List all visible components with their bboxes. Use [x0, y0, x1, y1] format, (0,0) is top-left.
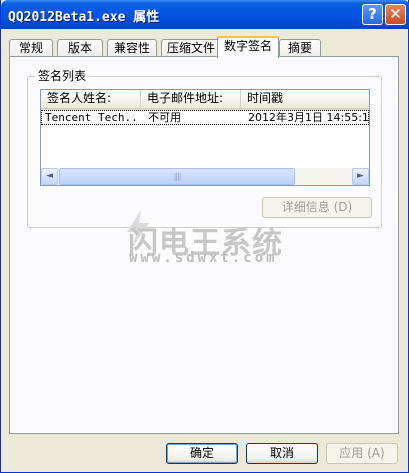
- cell-timestamp: 2012年3月1日 14:55:1: [248, 111, 369, 124]
- cancel-button[interactable]: 取消: [246, 443, 318, 464]
- signature-list[interactable]: 签名人姓名: 电子邮件地址: 时间戳 Tencent Tech... 不可用 2…: [40, 89, 370, 186]
- list-header: 签名人姓名: 电子邮件地址: 时间戳: [41, 90, 369, 110]
- watermark-url: www.sdwxt.com: [129, 250, 278, 266]
- tab-digital-signatures[interactable]: 数字签名: [217, 36, 279, 58]
- column-signer[interactable]: 签名人姓名:: [41, 90, 141, 108]
- tab-archive[interactable]: 压缩文件: [161, 39, 221, 57]
- apply-button[interactable]: 应用 (A): [326, 443, 398, 464]
- title-bar[interactable]: QQ2012Beta1.exe 属性 ? ✕: [1, 0, 409, 29]
- scroll-thumb[interactable]: ||||: [59, 168, 295, 185]
- close-button[interactable]: ✕: [385, 4, 406, 25]
- window-title: QQ2012Beta1.exe 属性: [8, 10, 160, 25]
- tab-summary[interactable]: 摘要: [279, 39, 321, 57]
- tab-version[interactable]: 版本: [57, 39, 103, 57]
- tab-compatibility[interactable]: 兼容性: [107, 39, 157, 57]
- help-button[interactable]: ?: [362, 4, 383, 25]
- tab-general[interactable]: 常规: [9, 39, 53, 57]
- cell-email: 不可用: [148, 111, 181, 124]
- column-email[interactable]: 电子邮件地址:: [141, 90, 241, 108]
- horizontal-scrollbar[interactable]: ◄ |||| ►: [41, 168, 369, 185]
- properties-window: QQ2012Beta1.exe 属性 ? ✕ 常规 版本 兼容性 压缩文件 数字…: [0, 0, 409, 473]
- signature-list-title: 签名列表: [35, 67, 90, 84]
- details-button[interactable]: 详细信息 (D): [262, 197, 372, 218]
- cell-signer: Tencent Tech...: [45, 111, 138, 124]
- table-row[interactable]: Tencent Tech... 不可用 2012年3月1日 14:55:1: [41, 110, 369, 125]
- ok-button[interactable]: 确定: [166, 443, 238, 464]
- scroll-right-icon[interactable]: ►: [352, 168, 369, 185]
- scroll-left-icon[interactable]: ◄: [41, 168, 58, 185]
- column-timestamp[interactable]: 时间戳: [241, 90, 369, 108]
